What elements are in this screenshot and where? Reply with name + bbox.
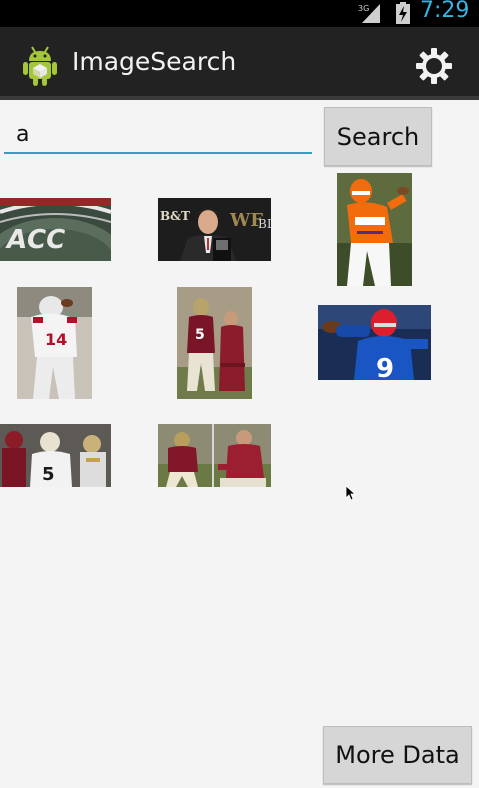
result-image-7[interactable]: 5 <box>0 424 111 487</box>
android-app-icon <box>23 46 57 86</box>
svg-text:5: 5 <box>195 327 205 343</box>
more-data-button[interactable]: More Data <box>323 726 472 784</box>
players-sideline-image: 5 <box>177 287 252 399</box>
action-bar: ImageSearch <box>0 27 479 100</box>
svg-text:14: 14 <box>45 330 67 349</box>
acc-field-image: ACC <box>0 198 111 261</box>
orange-quarterback-image <box>337 173 412 286</box>
app-title: ImageSearch <box>72 47 237 76</box>
result-image-6[interactable]: 9 <box>318 305 431 380</box>
status-clock: 7:29 <box>420 0 470 23</box>
result-image-8[interactable] <box>158 424 271 487</box>
battery-icon <box>396 2 410 24</box>
svg-text:ACC: ACC <box>4 225 68 255</box>
result-image-4[interactable]: 14 <box>17 287 92 399</box>
red-player-image: 14 <box>17 287 92 399</box>
svg-text:5: 5 <box>42 464 55 485</box>
search-button[interactable]: Search <box>324 107 432 166</box>
result-image-5[interactable]: 5 <box>177 287 252 399</box>
svg-text:B&T: B&T <box>160 209 190 223</box>
players-crowd-image: 5 <box>0 424 111 487</box>
press-conference-image: B&T WF BI <box>158 198 271 261</box>
svg-text:BI: BI <box>258 217 271 231</box>
svg-text:9: 9 <box>376 354 394 380</box>
status-bar: 3G 7:29 <box>0 0 479 27</box>
result-image-2[interactable]: B&T WF BI <box>158 198 271 261</box>
svg-text:3G: 3G <box>358 4 369 13</box>
settings-gear-icon[interactable] <box>414 46 454 86</box>
blue-quarterback-image: 9 <box>318 305 431 380</box>
mouse-pointer-icon <box>345 485 357 501</box>
result-image-1[interactable]: ACC <box>0 198 111 261</box>
result-image-3[interactable] <box>337 173 412 286</box>
signal-icon: 3G <box>358 4 380 23</box>
red-team-collage-image <box>158 424 271 487</box>
search-input[interactable] <box>4 112 312 154</box>
